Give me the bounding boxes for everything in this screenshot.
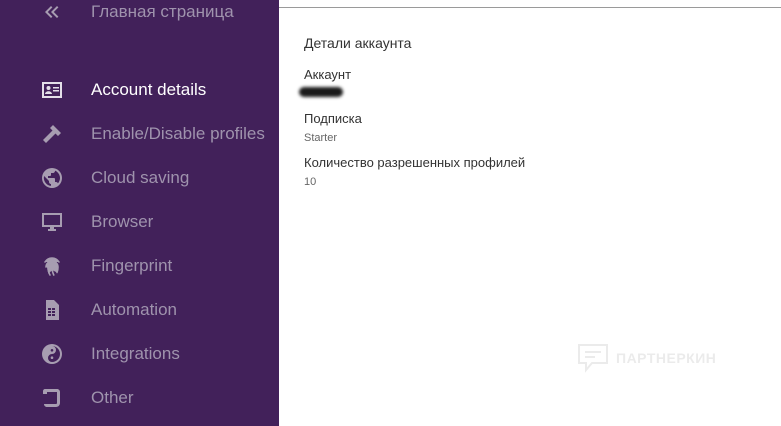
watermark-text: ПАРТНЕРКИН [616, 350, 717, 366]
chat-bubble-icon [578, 344, 608, 373]
sidebar-item-label: Browser [91, 212, 154, 231]
sidebar-item-integrations[interactable]: Integrations [0, 336, 279, 372]
sidebar-item-label: Главная страница [91, 2, 234, 21]
account-card-icon [39, 77, 65, 103]
yin-yang-icon [39, 341, 65, 367]
subscription-label: Подписка [304, 111, 362, 126]
sidebar-item-label: Account details [91, 80, 207, 99]
sidebar: Главная страница Account details Enable/… [0, 0, 279, 426]
app-window: Главная страница Account details Enable/… [0, 0, 781, 426]
profiles-count-value: 10 [304, 176, 317, 188]
subscription-value: Starter [304, 132, 338, 144]
account-value-redacted [299, 87, 343, 97]
sidebar-item-fingerprint[interactable]: Fingerprint [0, 248, 279, 284]
sidebar-item-automation[interactable]: Automation [0, 292, 279, 328]
sidebar-item-label: Automation [91, 300, 177, 319]
page-title: Детали аккаунта [304, 35, 412, 51]
scroll-icon [39, 385, 65, 411]
sidebar-item-browser[interactable]: Browser [0, 204, 279, 240]
sidebar-item-other[interactable]: Other [0, 380, 279, 416]
monitor-icon [39, 209, 65, 235]
sidebar-item-label: Cloud saving [91, 168, 190, 187]
sidebar-item-label: Integrations [91, 344, 180, 363]
sidebar-item-account-details[interactable]: Account details [0, 72, 279, 108]
account-label: Аккаунт [304, 67, 352, 82]
sidebar-item-label: Fingerprint [91, 256, 173, 275]
main-content: Детали аккаунта Аккаунт Подписка Starter… [279, 0, 781, 426]
watermark: ПАРТНЕРКИН [576, 342, 716, 374]
sidebar-item-label: Enable/Disable profiles [91, 124, 265, 143]
fingerprint-icon [39, 253, 65, 279]
sidebar-item-enable-disable-profiles[interactable]: Enable/Disable profiles [0, 116, 279, 152]
sidebar-item-label: Other [91, 388, 134, 407]
hammer-icon [39, 121, 65, 147]
top-divider [279, 7, 781, 8]
sidebar-item-home[interactable]: Главная страница [0, 0, 279, 30]
sidebar-item-cloud-saving[interactable]: Cloud saving [0, 160, 279, 196]
profiles-count-label: Количество разрешенных профилей [304, 155, 526, 170]
double-chevron-left-icon [39, 0, 65, 25]
globe-icon [39, 165, 65, 191]
sim-card-icon [39, 297, 65, 323]
